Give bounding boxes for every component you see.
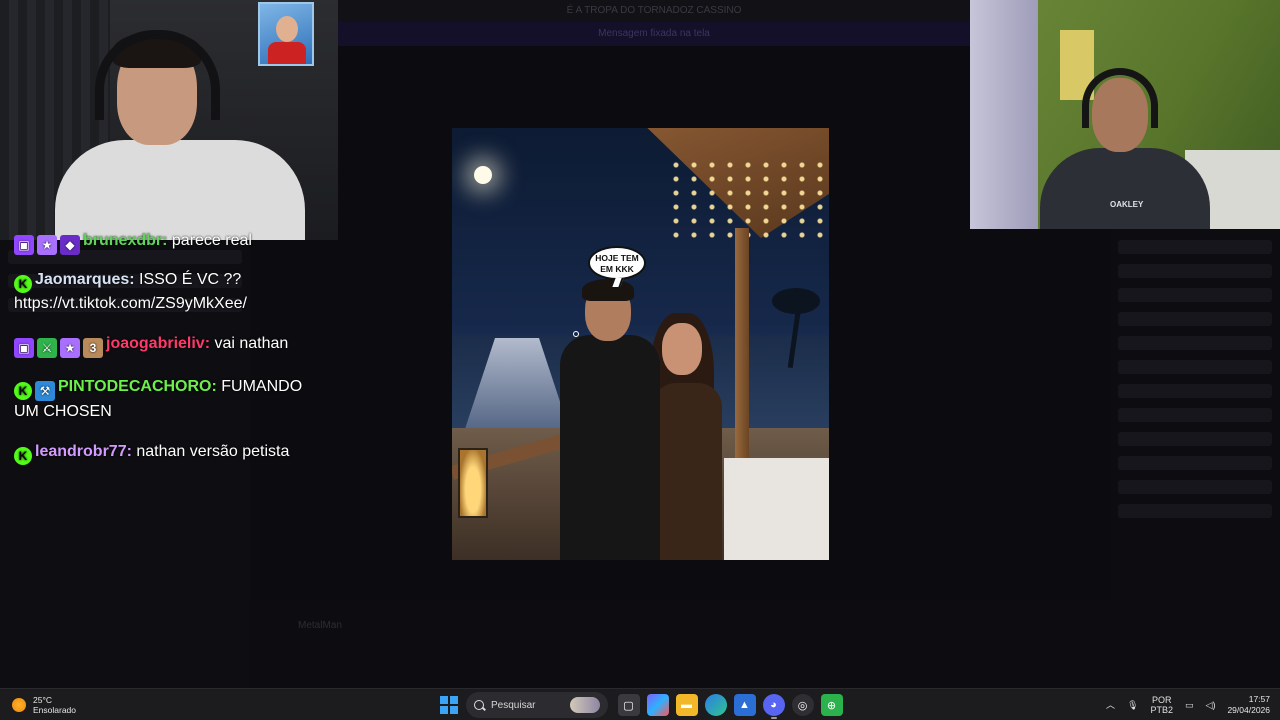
clock-date: 29/04/2026 xyxy=(1227,705,1270,715)
taskbar-search[interactable]: Pesquisar xyxy=(466,692,608,718)
start-button[interactable] xyxy=(440,696,458,714)
streamer-person xyxy=(55,30,305,240)
chat-message: K ⚒ PINTODECACHORO: FUMANDO UM CHOSEN xyxy=(0,376,338,423)
hammer-badge-icon: ⚒ xyxy=(35,381,55,401)
clock[interactable]: 17:57 29/04/2026 xyxy=(1227,694,1270,716)
chat-username[interactable]: PINTODECACHORO: xyxy=(58,378,217,395)
background-chat-bar xyxy=(250,600,1110,688)
twitch-badge-icon: ▣ xyxy=(14,235,34,255)
discord-icon[interactable]: ◕ xyxy=(762,694,785,719)
photos-icon[interactable]: ▲ xyxy=(733,694,756,716)
shirt-logo: OAKLEY xyxy=(1110,200,1144,209)
chat-message: ▣ ★ ◆ brunexdbr: parece real xyxy=(0,230,338,255)
star-badge-icon: ★ xyxy=(60,338,80,358)
background-top-banner: É A TROPA DO TORNADOZ CASSINO xyxy=(338,0,970,22)
task-view-icon[interactable]: ▢ xyxy=(617,694,640,716)
guest-shirt xyxy=(1040,148,1210,229)
chevron-up-icon[interactable]: ︿ xyxy=(1106,700,1115,710)
chat-text: nathan versão petista xyxy=(131,443,290,460)
chat-username[interactable]: joaogabrieliv: xyxy=(106,335,210,352)
streaming-app-icon[interactable]: ⊕ xyxy=(820,694,843,716)
microphone-icon[interactable]: 🎙 xyxy=(1127,700,1138,710)
moon xyxy=(474,166,492,184)
weather-temperature: 25°C xyxy=(33,695,52,705)
headset-icon xyxy=(95,30,220,120)
chat-text: vai nathan xyxy=(210,335,289,352)
windows-taskbar: 25°C Ensolarado Pesquisar ▢ ▬ ▲ ◕ ◎ ⊕ ︿ … xyxy=(0,688,1280,720)
sun-icon xyxy=(12,698,26,712)
file-explorer-icon[interactable]: ▬ xyxy=(675,694,698,716)
webcam-guest-right: OAKLEY xyxy=(970,0,1280,229)
chat-message: K Jaomarques: ISSO É VC ?? https://vt.tik… xyxy=(0,269,338,315)
search-placeholder: Pesquisar xyxy=(491,699,536,711)
weather-widget[interactable]: 25°C Ensolarado xyxy=(12,693,76,717)
kick-badge-icon: K xyxy=(14,382,32,400)
lantern xyxy=(458,448,488,518)
sword-badge-icon: ⚔ xyxy=(37,338,57,358)
screen: É A TROPA DO TORNADOZ CASSINO Mensagem f… xyxy=(0,0,1280,720)
network-icon[interactable]: ▭ xyxy=(1185,700,1194,710)
diamond-badge-icon: ◆ xyxy=(60,235,80,255)
chat-overlay: ▣ ★ ◆ brunexdbr: parece real K Jaomarques: IS… xyxy=(0,232,338,512)
chat-message: Kleandrobr77: nathan versão petista xyxy=(0,441,338,465)
clock-time: 17:57 xyxy=(1248,694,1270,704)
curtain xyxy=(970,0,1038,229)
obs-icon[interactable]: ◎ xyxy=(791,694,814,716)
subscriber-badge-icon: 3 xyxy=(83,338,103,358)
chat-username[interactable]: leandrobr77: xyxy=(35,443,132,460)
webcam-streamer-left xyxy=(0,0,338,240)
dinner-table xyxy=(724,458,829,560)
search-icon xyxy=(474,700,484,710)
twitch-badge-icon: ▣ xyxy=(14,338,34,358)
system-tray: ︿ 🎙 POR PTB2 ▭ ◁) 17:57 29/04/2026 xyxy=(1100,689,1280,720)
speech-bubble: HOJE TEM EM KKK xyxy=(588,246,646,280)
kick-badge-icon: K xyxy=(14,447,32,465)
string-lights xyxy=(667,158,827,238)
weather-description: Ensolarado xyxy=(33,705,77,715)
palm-tree xyxy=(770,288,820,369)
chat-username[interactable]: brunexdbr: xyxy=(83,232,167,249)
shared-image[interactable]: HOJE TEM EM KKK xyxy=(452,128,829,560)
chat-text: parece real xyxy=(167,232,252,249)
volume-icon[interactable]: ◁) xyxy=(1206,700,1216,710)
background-message-author: MetalMan xyxy=(298,620,342,631)
language-indicator[interactable]: POR PTB2 xyxy=(1151,695,1174,715)
star-badge-icon: ★ xyxy=(37,235,57,255)
edge-browser-icon[interactable] xyxy=(704,694,727,716)
language-code: POR xyxy=(1152,695,1172,705)
kick-badge-icon: K xyxy=(14,275,32,293)
taskbar-apps: Pesquisar ▢ ▬ ▲ ◕ ◎ ⊕ xyxy=(436,692,846,719)
background-member-list xyxy=(1110,230,1280,688)
keyboard-layout: PTB2 xyxy=(1150,705,1174,715)
copilot-icon[interactable] xyxy=(646,694,669,716)
chat-message: ▣ ⚔ ★ 3 joaogabrieliv: vai nathan xyxy=(0,333,338,358)
background-sub-banner: Mensagem fixada na tela xyxy=(338,22,970,46)
chat-username[interactable]: Jaomarques: xyxy=(35,271,135,288)
man-figure xyxy=(560,279,660,560)
headset-icon xyxy=(1082,68,1158,128)
mouse-cursor xyxy=(573,331,579,337)
search-highlight-icon xyxy=(570,697,600,713)
